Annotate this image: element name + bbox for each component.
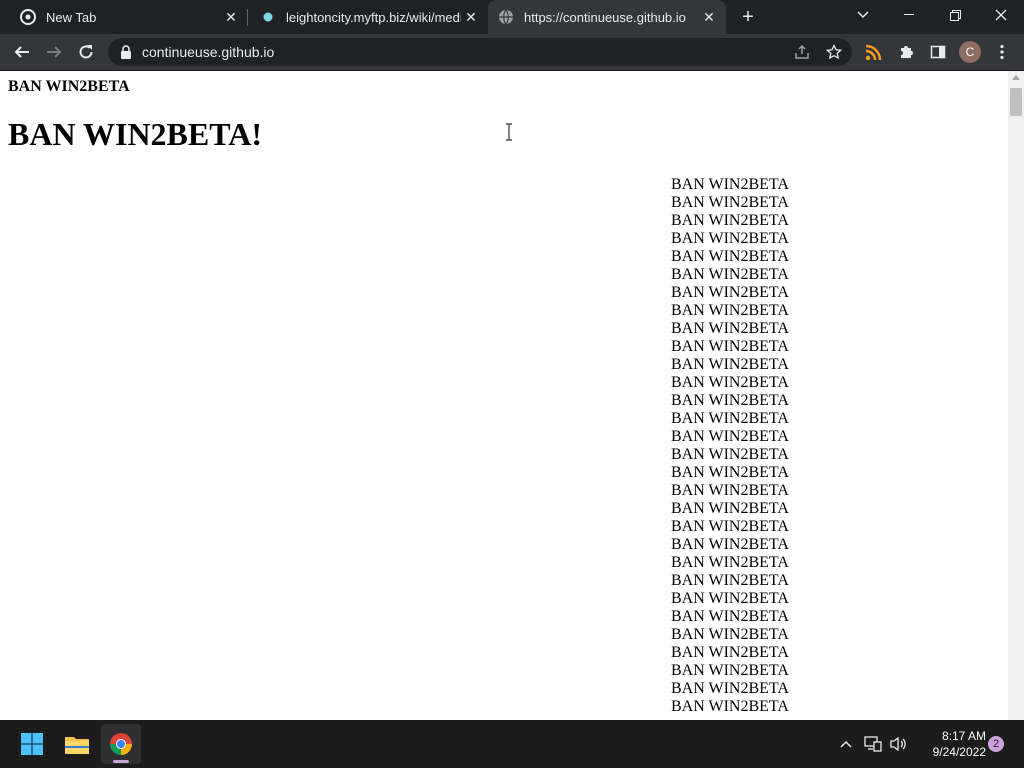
repeated-text-line: BAN WIN2BETA: [671, 374, 789, 391]
repeated-text-line: BAN WIN2BETA: [671, 428, 789, 445]
site-favicon-icon: [260, 9, 276, 25]
tab-continueuse-active[interactable]: https://continueuse.github.io ✕: [488, 0, 726, 34]
forward-arrow-icon: [47, 46, 62, 58]
chrome-icon: [20, 9, 36, 25]
repeated-text-line: BAN WIN2BETA: [671, 446, 789, 463]
repeated-text-line: BAN WIN2BETA: [671, 338, 789, 355]
windows-taskbar: 8:17 AM 9/24/2022: [0, 720, 1024, 768]
repeated-text-line: BAN WIN2BETA: [671, 410, 789, 427]
active-app-indicator: [113, 760, 129, 763]
repeated-text-line: BAN WIN2BETA: [671, 320, 789, 337]
windows-logo-icon: [21, 733, 43, 755]
text-cursor-icon: [506, 123, 512, 141]
restore-button[interactable]: [932, 0, 978, 30]
reload-button[interactable]: [72, 38, 100, 66]
close-tab-icon[interactable]: ✕: [222, 8, 240, 26]
url-text: continueuse.github.io: [142, 44, 275, 60]
repeated-text-line: BAN WIN2BETA: [671, 608, 789, 625]
repeated-text-line: BAN WIN2BETA: [671, 536, 789, 553]
reload-icon: [79, 45, 93, 59]
folder-icon: [65, 737, 89, 754]
lock-icon: [121, 45, 131, 59]
repeated-text-line: BAN WIN2BETA: [671, 194, 789, 211]
tab-new-tab[interactable]: New Tab ✕: [8, 0, 248, 34]
back-button[interactable]: [8, 38, 36, 66]
page-scrollbar[interactable]: [1008, 71, 1024, 720]
network-icon[interactable]: [862, 720, 884, 768]
close-tab-icon[interactable]: ✕: [700, 8, 718, 26]
repeated-text-line: BAN WIN2BETA: [671, 680, 789, 697]
page-title: BAN WIN2BETA!: [8, 116, 262, 152]
tab-strip: New Tab ✕ leightoncity.myftp.biz/wiki/me…: [0, 0, 1024, 34]
repeated-text-line: BAN WIN2BETA: [671, 284, 789, 301]
system-clock[interactable]: 8:17 AM 9/24/2022: [912, 728, 986, 760]
repeated-text-line: BAN WIN2BETA: [671, 482, 789, 499]
repeated-text-line: BAN WIN2BETA: [671, 698, 789, 715]
repeated-text-line: BAN WIN2BETA: [671, 464, 789, 481]
scroll-up-arrow-icon[interactable]: [1012, 75, 1020, 80]
repeated-text-line: BAN WIN2BETA: [671, 662, 789, 679]
notification-badge[interactable]: 2: [988, 736, 1004, 752]
page-small-heading: BAN WIN2BETA: [8, 78, 130, 95]
rss-feed-icon[interactable]: [860, 38, 888, 66]
repeated-text-line: BAN WIN2BETA: [671, 626, 789, 643]
clock-time: 8:17 AM: [941, 729, 986, 743]
back-arrow-icon: [14, 46, 29, 58]
start-button[interactable]: [12, 724, 52, 764]
scrollbar-thumb[interactable]: [1010, 88, 1022, 116]
tab-search-icon[interactable]: [840, 0, 886, 30]
repeated-text-line: BAN WIN2BETA: [671, 302, 789, 319]
tab-title: https://continueuse.github.io: [524, 9, 686, 25]
globe-icon: [498, 9, 514, 25]
repeated-text-line: BAN WIN2BETA: [671, 518, 789, 535]
new-tab-button[interactable]: +: [736, 6, 760, 28]
menu-kebab-icon[interactable]: [988, 38, 1016, 66]
tab-leightoncity[interactable]: leightoncity.myftp.biz/wiki/media ✕: [248, 0, 488, 34]
repeated-text-line: BAN WIN2BETA: [671, 248, 789, 265]
tab-title: leightoncity.myftp.biz/wiki/media: [286, 9, 461, 25]
repeated-text-line: BAN WIN2BETA: [671, 176, 789, 193]
profile-avatar[interactable]: C: [959, 41, 981, 63]
volume-icon[interactable]: [888, 720, 910, 768]
close-window-button[interactable]: [978, 0, 1024, 30]
side-panel-icon[interactable]: [924, 38, 952, 66]
repeated-text-line: BAN WIN2BETA: [671, 590, 789, 607]
close-tab-icon[interactable]: ✕: [462, 8, 480, 26]
clock-date: 9/24/2022: [932, 745, 986, 759]
chrome-logo-icon: [110, 733, 132, 755]
tab-title: New Tab: [46, 9, 97, 25]
repeated-text-list: BAN WIN2BETA BAN WIN2BETA BAN WIN2BETA BAN …: [671, 176, 789, 716]
file-explorer-button[interactable]: [57, 724, 97, 764]
chrome-taskbar-button[interactable]: [101, 724, 141, 764]
repeated-text-line: BAN WIN2BETA: [671, 230, 789, 247]
repeated-text-line: BAN WIN2BETA: [671, 554, 789, 571]
browser-toolbar: continueuse.github.io: [0, 34, 1024, 71]
extensions-puzzle-icon[interactable]: [892, 38, 920, 66]
repeated-text-line: BAN WIN2BETA: [671, 392, 789, 409]
repeated-text-line: BAN WIN2BETA: [671, 356, 789, 373]
show-hidden-icons-chevron-icon[interactable]: [836, 720, 856, 768]
address-bar[interactable]: continueuse.github.io: [108, 38, 852, 66]
forward-button[interactable]: [40, 38, 68, 66]
repeated-text-line: BAN WIN2BETA: [671, 572, 789, 589]
repeated-text-line: BAN WIN2BETA: [671, 266, 789, 283]
repeated-text-line: BAN WIN2BETA: [671, 644, 789, 661]
repeated-text-line: BAN WIN2BETA: [671, 500, 789, 517]
repeated-text-line: BAN WIN2BETA: [671, 212, 789, 229]
bookmark-star-icon[interactable]: [820, 38, 848, 66]
share-icon[interactable]: [788, 38, 816, 66]
minimize-button[interactable]: [886, 0, 932, 30]
web-page: BAN WIN2BETA BAN WIN2BETA! BAN WIN2BETA B…: [0, 71, 1008, 720]
